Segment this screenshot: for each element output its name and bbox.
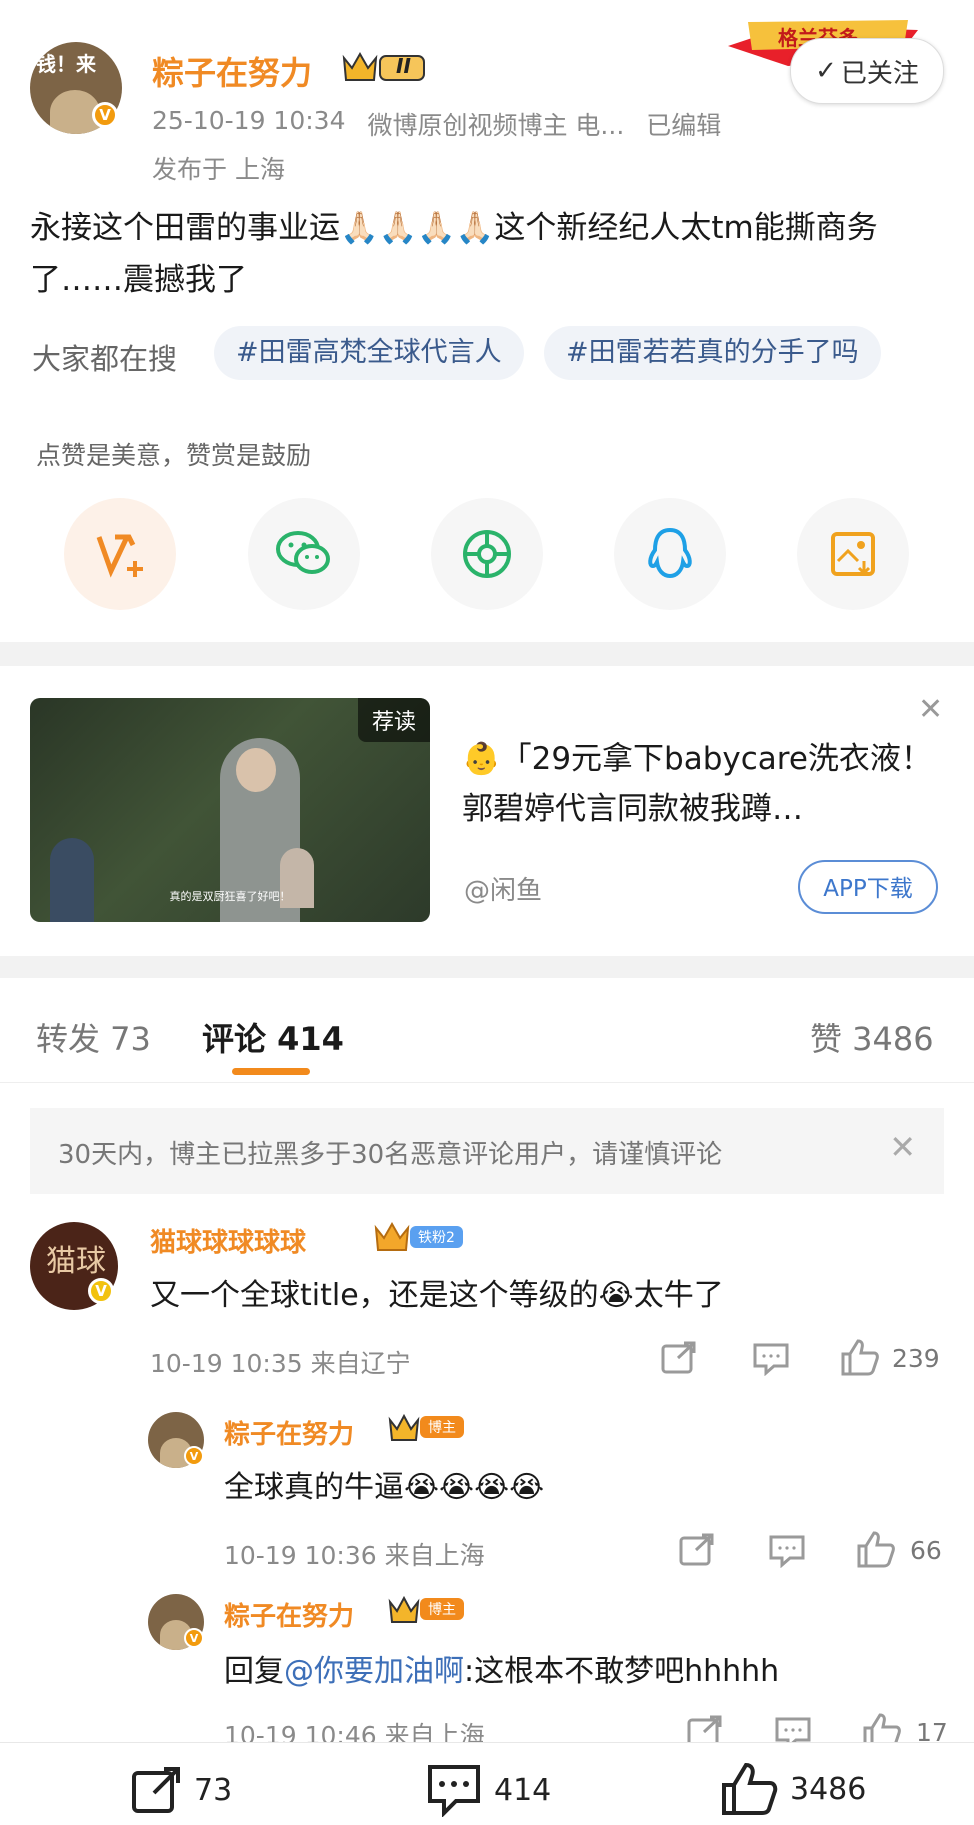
verified-icon: V bbox=[184, 1446, 204, 1466]
ad-video-thumbnail[interactable]: 荐读 真的是双厨狂喜了好吧！ bbox=[30, 698, 430, 922]
comment-reply-icon[interactable] bbox=[752, 1342, 790, 1380]
avatar-text: 猫球 bbox=[46, 1244, 106, 1279]
reply-like-count: 66 bbox=[910, 1536, 942, 1565]
qq-share-button[interactable] bbox=[614, 498, 726, 610]
reply-like-icon[interactable] bbox=[856, 1530, 896, 1572]
check-icon: ✓ bbox=[815, 56, 837, 86]
save-image-button[interactable] bbox=[797, 498, 909, 610]
follow-label: 已关注 bbox=[840, 58, 919, 89]
bottom-repost-button[interactable]: 73 bbox=[130, 1763, 232, 1817]
bottom-comment-button[interactable]: 414 bbox=[426, 1763, 551, 1817]
reply-text: :这根本不敢梦吧hhhhh bbox=[464, 1654, 780, 1689]
section-divider bbox=[0, 642, 974, 666]
comment-text: 又一个全球title，还是这个等级的😭太牛了 bbox=[150, 1278, 724, 1313]
comment-notice: 30天内，博主已拉黑多于30名恶意评论用户，请谨慎评论 ✕ bbox=[30, 1108, 944, 1194]
tab-comments[interactable]: 评论 414 bbox=[202, 1014, 344, 1060]
tab-likes[interactable]: 赞 3486 bbox=[810, 1014, 934, 1060]
verified-icon: V bbox=[92, 102, 118, 128]
comment-author[interactable]: 猫球球球球球 bbox=[150, 1222, 306, 1259]
crown-icon bbox=[388, 1413, 420, 1444]
reply-prefix: 回复 bbox=[224, 1654, 284, 1689]
tabs-divider bbox=[0, 1082, 974, 1083]
reply-share-icon[interactable] bbox=[678, 1532, 716, 1572]
reply-comment-icon[interactable] bbox=[768, 1534, 806, 1572]
edited-label[interactable]: 已编辑 bbox=[646, 106, 721, 142]
reply-text: 全球真的牛逼😭😭😭😭 bbox=[224, 1470, 545, 1505]
level-badge: II bbox=[396, 54, 411, 78]
author-name[interactable]: 粽子在努力 bbox=[152, 48, 312, 94]
ad-emoji: 👶 bbox=[462, 741, 501, 777]
comment-like-count: 239 bbox=[892, 1344, 940, 1373]
reply-time: 10-19 10:36 来自上海 bbox=[224, 1541, 485, 1570]
tab-repost[interactable]: 转发 73 bbox=[36, 1014, 151, 1060]
ad-title[interactable]: 「29元拿下babycare洗衣液！郭碧婷代言同款被我蹲… bbox=[462, 741, 932, 827]
blogger-badge: 博主 bbox=[420, 1598, 464, 1620]
comment-like-icon[interactable] bbox=[840, 1338, 880, 1380]
moments-share-button[interactable] bbox=[431, 498, 543, 610]
comment-share-icon[interactable] bbox=[660, 1340, 698, 1380]
post-timestamp: 25-10-19 10:34 bbox=[152, 106, 346, 135]
qq-icon bbox=[648, 527, 692, 579]
verified-icon: V bbox=[184, 1628, 204, 1648]
comment-icon bbox=[428, 1765, 480, 1817]
close-ad-icon[interactable]: ✕ bbox=[918, 692, 943, 727]
reward-text: 点赞是美意，赞赏是鼓励 bbox=[36, 441, 312, 470]
blogger-badge: 博主 bbox=[420, 1416, 464, 1438]
avatar-text: 钱！来 bbox=[36, 52, 96, 76]
video-caption: 真的是双厨狂喜了好吧！ bbox=[169, 890, 291, 903]
ad-source[interactable]: @闲鱼 bbox=[464, 870, 542, 907]
verified-icon: V bbox=[88, 1278, 114, 1304]
search-label: 大家都在搜 bbox=[32, 342, 178, 376]
hashtag-0[interactable]: #田雷高梵全球代言人 bbox=[214, 326, 524, 380]
bottom-like-count: 3486 bbox=[790, 1771, 867, 1807]
post-source[interactable]: 微博原创视频博主 电... bbox=[367, 106, 624, 142]
reward-button[interactable] bbox=[64, 498, 176, 610]
wechat-icon bbox=[276, 531, 330, 574]
ad-badge: 荐读 bbox=[357, 698, 430, 742]
wechat-share-button[interactable] bbox=[248, 498, 360, 610]
bottom-like-button[interactable]: 3486 bbox=[720, 1761, 866, 1817]
save-image-icon bbox=[831, 532, 875, 576]
app-download-button[interactable]: APP下载 bbox=[798, 860, 938, 914]
hashtag-1[interactable]: #田雷若若真的分手了吗 bbox=[544, 326, 881, 380]
follow-button[interactable]: ✓ 已关注 bbox=[790, 38, 944, 104]
crown-level-icon: II bbox=[340, 50, 430, 84]
moments-icon bbox=[463, 530, 511, 578]
post-location: 发布于 上海 bbox=[152, 155, 285, 184]
reply-author[interactable]: 粽子在努力 bbox=[224, 1414, 354, 1451]
bottom-comment-count: 414 bbox=[494, 1772, 552, 1808]
section-divider bbox=[0, 956, 974, 978]
bottom-action-bar: 73 414 3486 bbox=[0, 1742, 974, 1825]
crown-icon bbox=[388, 1595, 420, 1626]
tab-active-indicator bbox=[232, 1068, 310, 1075]
bottom-repost-count: 73 bbox=[194, 1772, 233, 1808]
fan-badge: 铁粉2 bbox=[410, 1226, 463, 1248]
reply-author[interactable]: 粽子在努力 bbox=[224, 1596, 354, 1633]
repost-icon bbox=[132, 1767, 180, 1813]
notice-text: 30天内，博主已拉黑多于30名恶意评论用户，请谨慎评论 bbox=[58, 1140, 723, 1170]
like-icon bbox=[722, 1762, 778, 1815]
mention-link[interactable]: @你要加油啊 bbox=[284, 1654, 464, 1689]
close-notice-icon[interactable]: ✕ bbox=[889, 1128, 916, 1166]
fan-crown-icon bbox=[374, 1221, 410, 1254]
comment-time: 10-19 10:35 来自辽宁 bbox=[150, 1349, 411, 1378]
post-content: 永接这个田雷的事业运🙏🏻🙏🏻🙏🏻🙏🏻这个新经纪人太tm能撕商务了……震撼我了 bbox=[30, 210, 878, 298]
reward-icon bbox=[96, 534, 143, 578]
